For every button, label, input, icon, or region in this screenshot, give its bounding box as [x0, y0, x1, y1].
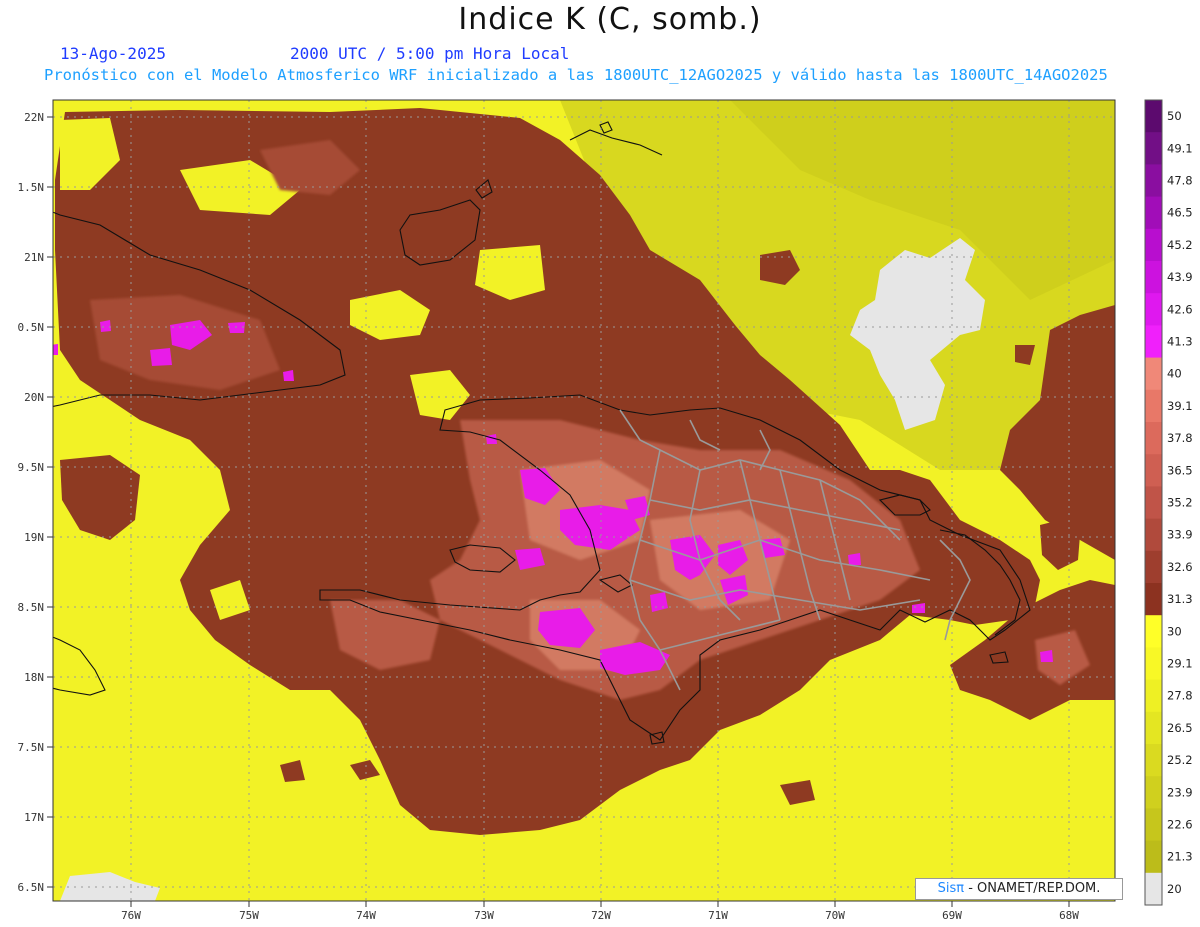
colorbar: 50 49.1 47.8 46.5 45.2 43.9 42.6 41.3 40 39.1 37.8…	[1144, 99, 1193, 906]
colorbar-label: 25.2	[1167, 753, 1193, 767]
k-index-map: 22N 1.5N 21N 0.5N 20N 9.5N 19N 8.5N 18N …	[18, 99, 1193, 922]
colorbar-label: 30	[1167, 624, 1182, 638]
colorbar-swatch	[1145, 196, 1162, 230]
colorbar-swatch	[1145, 486, 1162, 520]
colorbar-label: 46.5	[1167, 206, 1193, 220]
lon-label: 72W	[591, 909, 611, 922]
colorbar-label: 29.1	[1167, 657, 1193, 671]
colorbar-label: 21.3	[1167, 850, 1193, 864]
lon-label: 75W	[239, 909, 259, 922]
colorbar-swatch	[1145, 518, 1162, 552]
map-field	[53, 100, 1115, 901]
colorbar-label: 39.1	[1167, 399, 1193, 413]
colorbar-label: 23.9	[1167, 785, 1193, 799]
lon-label: 71W	[708, 909, 728, 922]
colorbar-swatch	[1145, 228, 1162, 262]
colorbar-label: 20	[1167, 882, 1182, 896]
colorbar-label: 33.9	[1167, 528, 1193, 542]
colorbar-label: 47.8	[1167, 174, 1193, 188]
lon-label: 73W	[474, 909, 494, 922]
colorbar-swatch	[1145, 132, 1162, 165]
colorbar-swatch	[1145, 422, 1162, 455]
lat-label: 20N	[24, 391, 44, 404]
colorbar-label: 50	[1167, 109, 1182, 123]
colorbar-swatch	[1145, 615, 1162, 648]
colorbar-swatch	[1145, 389, 1162, 423]
colorbar-label: 43.9	[1167, 270, 1193, 284]
colorbar-swatch	[1145, 744, 1162, 777]
lat-label: 8.5N	[18, 601, 45, 614]
colorbar-swatch	[1145, 679, 1162, 713]
lat-label: 7.5N	[18, 741, 45, 754]
colorbar-label: 35.2	[1167, 496, 1193, 510]
colorbar-swatch	[1145, 711, 1162, 745]
colorbar-label: 42.6	[1167, 302, 1193, 316]
lat-label: 19N	[24, 531, 44, 544]
lon-label: 68W	[1059, 909, 1079, 922]
credit-box: Sisπ - ONAMET/REP.DOM.	[915, 878, 1123, 900]
colorbar-label: 27.8	[1167, 689, 1193, 703]
lat-label: 21N	[24, 251, 44, 264]
colorbar-swatch	[1145, 325, 1162, 359]
colorbar-label: 32.6	[1167, 560, 1193, 574]
colorbar-swatch	[1145, 808, 1162, 842]
lat-label: 9.5N	[18, 461, 45, 474]
colorbar-swatch	[1145, 776, 1162, 809]
colorbar-swatch	[1145, 261, 1162, 294]
colorbar-label: 40	[1167, 367, 1182, 381]
lat-label: 0.5N	[18, 321, 45, 334]
colorbar-swatch	[1145, 164, 1162, 198]
credit-text: - ONAMET/REP.DOM.	[964, 881, 1101, 896]
colorbar-swatch	[1145, 357, 1162, 391]
colorbar-swatch	[1145, 583, 1162, 616]
latitude-labels: 22N 1.5N 21N 0.5N 20N 9.5N 19N 8.5N 18N …	[18, 111, 45, 894]
lat-label: 6.5N	[18, 881, 45, 894]
lat-label: 18N	[24, 671, 44, 684]
colorbar-label: 45.2	[1167, 238, 1193, 252]
colorbar-swatch	[1145, 293, 1162, 326]
colorbar-swatch	[1145, 840, 1162, 874]
lon-label: 69W	[942, 909, 962, 922]
colorbar-label: 31.3	[1167, 592, 1193, 606]
lon-label: 70W	[825, 909, 845, 922]
colorbar-swatch	[1145, 550, 1162, 584]
colorbar-label: 37.8	[1167, 431, 1193, 445]
colorbar-label: 26.5	[1167, 721, 1193, 735]
colorbar-label: 22.6	[1167, 818, 1193, 832]
colorbar-swatch	[1145, 454, 1162, 487]
lat-label: 22N	[24, 111, 44, 124]
lat-label: 17N	[24, 811, 44, 824]
colorbar-label: 49.1	[1167, 141, 1193, 155]
lon-label: 74W	[356, 909, 376, 922]
colorbar-label: 41.3	[1167, 335, 1193, 349]
colorbar-swatch	[1145, 647, 1162, 681]
longitude-labels: 76W 75W 74W 73W 72W 71W 70W 69W 68W	[121, 909, 1079, 922]
sispi-logo: Sisπ	[937, 881, 965, 896]
colorbar-label: 36.5	[1167, 463, 1193, 477]
colorbar-swatch	[1145, 872, 1162, 906]
colorbar-swatch	[1145, 100, 1162, 133]
lon-label: 76W	[121, 909, 141, 922]
lat-label: 1.5N	[18, 181, 45, 194]
